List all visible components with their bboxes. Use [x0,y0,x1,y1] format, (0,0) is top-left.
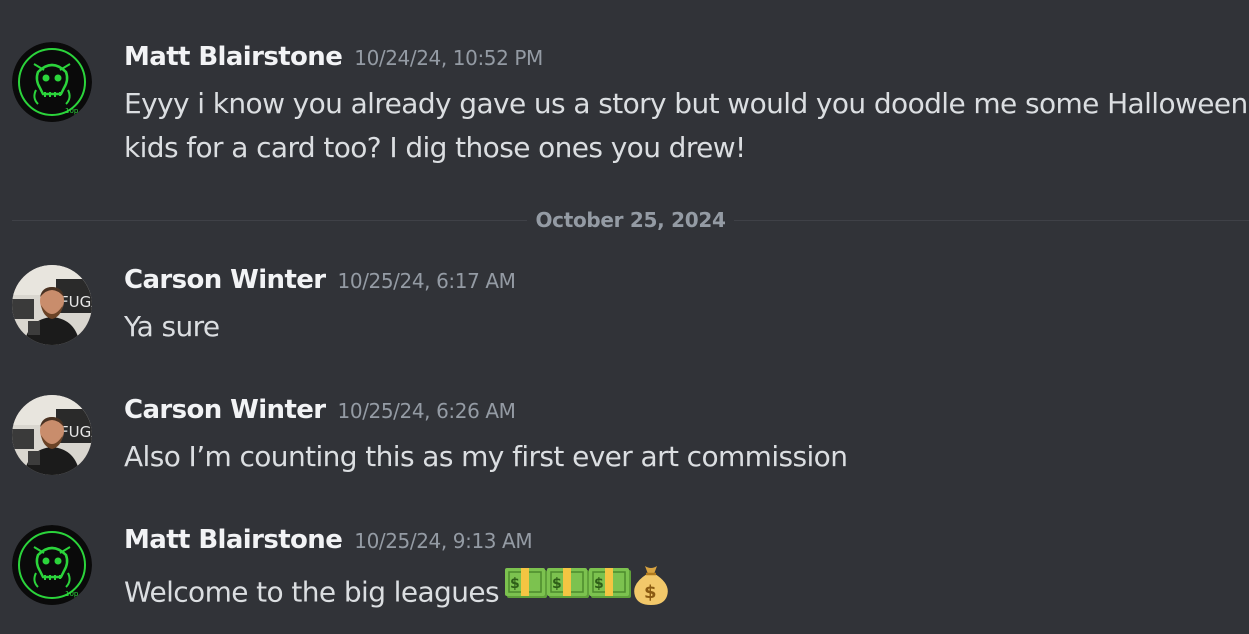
message-content: Ya sure [124,305,1233,349]
timestamp[interactable]: 10/25/24, 9:13 AM [354,529,532,553]
emoji-row: $ $ $ $ [504,562,671,619]
skull-logo-avatar-icon: 10p [12,525,92,605]
timestamp[interactable]: 10/24/24, 10:52 PM [354,46,543,70]
photo-avatar-icon: FUGA [12,395,92,475]
avatar[interactable]: FUGA [12,395,92,475]
username[interactable]: Carson Winter [124,395,326,425]
message-item: 10p Matt Blairstone 10/25/24, 9:13 AM Wel… [0,520,1249,630]
message-content: Welcome to the big leagues $ $ $ $ [124,565,1233,622]
chat-messages: 10p Matt Blairstone 10/24/24, 10:52 PM Ey… [0,0,1249,634]
skull-logo-avatar-icon: 10p [12,42,92,122]
message-item: 10p Matt Blairstone 10/24/24, 10:52 PM Ey… [0,0,1249,180]
avatar[interactable]: FUGA [12,265,92,345]
message-header: Carson Winter 10/25/24, 6:26 AM [124,395,516,425]
dollar-bill-emoji-icon[interactable]: $ [504,566,547,615]
username[interactable]: Carson Winter [124,265,326,295]
avatar[interactable]: 10p [12,42,92,122]
timestamp[interactable]: 10/25/24, 6:26 AM [338,399,516,423]
message-content: Also I’m counting this as my first ever … [124,435,1233,479]
username[interactable]: Matt Blairstone [124,42,343,72]
money-bag-emoji-icon[interactable]: $ [631,562,671,619]
message-item: FUGA Carson Winter 10/25/24, 6:17 AM Ya s… [0,260,1249,360]
message-line: Also I’m counting this as my first ever … [124,440,848,473]
avatar[interactable]: 10p [12,525,92,605]
svg-text:10p: 10p [65,107,79,115]
message-line: Ya sure [124,310,220,343]
svg-text:$: $ [644,582,656,603]
svg-text:10p: 10p [65,590,79,598]
message-header: Carson Winter 10/25/24, 6:17 AM [124,265,516,295]
date-divider: October 25, 2024 [12,208,1249,232]
message-header: Matt Blairstone 10/25/24, 9:13 AM [124,525,533,555]
divider-date: October 25, 2024 [527,208,734,232]
message-header: Matt Blairstone 10/24/24, 10:52 PM [124,42,543,72]
message-line: kids for a card too? I dig those ones yo… [124,131,746,164]
username[interactable]: Matt Blairstone [124,525,343,555]
message-item: FUGA Carson Winter 10/25/24, 6:26 AM Also… [0,390,1249,490]
message-line: Eyyy i know you already gave us a story … [124,87,1248,120]
dollar-bill-emoji-icon[interactable]: $ [588,566,631,615]
svg-text:FUGA: FUGA [60,293,92,311]
photo-avatar-icon: FUGA [12,265,92,345]
message-content: Eyyy i know you already gave us a story … [124,82,1248,170]
timestamp[interactable]: 10/25/24, 6:17 AM [338,269,516,293]
svg-text:FUGA: FUGA [60,423,92,441]
svg-text:$: $ [510,576,519,592]
dollar-bill-emoji-icon[interactable]: $ [546,566,589,615]
svg-text:$: $ [594,576,603,592]
svg-text:$: $ [552,576,561,592]
message-line: Welcome to the big leagues [124,575,500,609]
